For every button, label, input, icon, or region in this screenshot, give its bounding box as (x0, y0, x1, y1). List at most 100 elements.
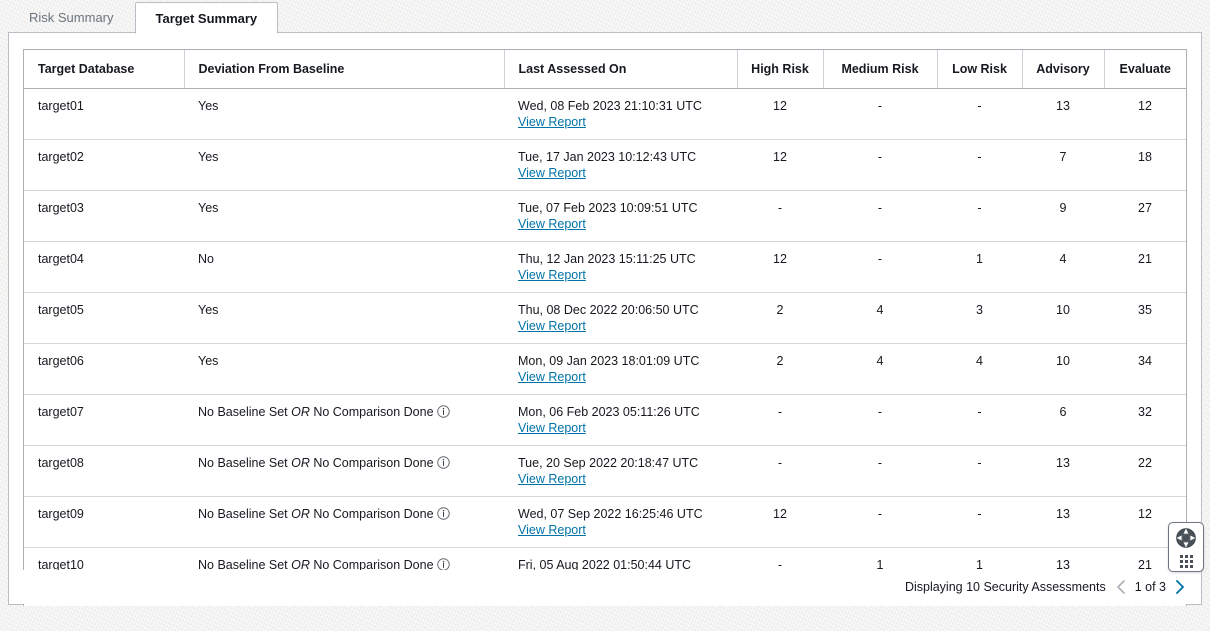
cell-evaluate: 27 (1104, 190, 1186, 242)
cell-advisory: 4 (1022, 241, 1104, 293)
last-assessed-date: Mon, 09 Jan 2023 18:01:09 UTC (518, 353, 700, 368)
cell-evaluate: 21 (1104, 241, 1186, 293)
app-grid-icon[interactable] (1179, 554, 1193, 568)
page-indicator: 1 of 3 (1134, 580, 1166, 594)
cell-medium-risk: - (823, 139, 937, 191)
deviation-value: No Baseline Set OR No Comparison Done (198, 506, 434, 521)
last-assessed-date: Wed, 07 Sep 2022 16:25:46 UTC (518, 506, 703, 521)
cell-target-database: target05 (24, 292, 184, 344)
table-row: target09 No Baseline Set OR No Comparison… (24, 496, 1186, 548)
table-row: target07 No Baseline Set OR No Comparison… (24, 394, 1186, 446)
table-body: target01 Yes Wed, 08 Feb 2023 21:10:31 UTC… (24, 88, 1186, 599)
table-header-row: Target Database Deviation From Baseline … (24, 50, 1186, 89)
cell-deviation-from-baseline: Yes (184, 190, 504, 242)
cell-last-assessed-on: Mon, 09 Jan 2023 18:01:09 UTC View Report (504, 343, 737, 395)
last-assessed-date: Tue, 17 Jan 2023 10:12:43 UTC (518, 149, 697, 164)
cell-target-database: target07 (24, 394, 184, 446)
cell-target-database: target04 (24, 241, 184, 293)
last-assessed-date: Tue, 20 Sep 2022 20:18:47 UTC (518, 455, 699, 470)
info-circle-icon[interactable] (436, 506, 450, 523)
cell-high-risk: 2 (737, 343, 823, 395)
assessment-count-label: Displaying 10 Security Assessments (904, 580, 1106, 594)
cell-high-risk: - (737, 190, 823, 242)
cell-last-assessed-on: Thu, 08 Dec 2022 20:06:50 UTC View Report (504, 292, 737, 344)
cell-high-risk: - (737, 394, 823, 446)
cell-low-risk: - (937, 394, 1022, 446)
view-report-link[interactable]: View Report (518, 319, 586, 333)
cell-medium-risk: - (823, 190, 937, 242)
last-assessed-date: Wed, 08 Feb 2023 21:10:31 UTC (518, 98, 702, 113)
cell-low-risk: 3 (937, 292, 1022, 344)
table-row: target06 Yes Mon, 09 Jan 2023 18:01:09 UTC… (24, 343, 1186, 395)
help-widget[interactable] (1168, 522, 1204, 572)
chevron-left-icon[interactable] (1112, 576, 1130, 598)
info-circle-icon[interactable] (436, 404, 450, 421)
cell-high-risk: - (737, 445, 823, 497)
table-row: target08 No Baseline Set OR No Comparison… (24, 445, 1186, 497)
deviation-value: Yes (198, 353, 219, 368)
cell-target-database: target09 (24, 496, 184, 548)
cell-evaluate: 22 (1104, 445, 1186, 497)
cell-low-risk: - (937, 496, 1022, 548)
view-report-link[interactable]: View Report (518, 370, 586, 384)
view-report-link[interactable]: View Report (518, 523, 586, 537)
cell-last-assessed-on: Wed, 07 Sep 2022 16:25:46 UTC View Report (504, 496, 737, 548)
deviation-value: Yes (198, 200, 219, 215)
view-report-link[interactable]: View Report (518, 166, 586, 180)
cell-medium-risk: - (823, 394, 937, 446)
view-report-link[interactable]: View Report (518, 268, 586, 282)
table-row: target04 No Thu, 12 Jan 2023 15:11:25 UTC V… (24, 241, 1186, 293)
view-report-link[interactable]: View Report (518, 115, 586, 129)
cell-last-assessed-on: Thu, 12 Jan 2023 15:11:25 UTC View Report (504, 241, 737, 293)
column-header-medium-risk: Medium Risk (823, 50, 938, 89)
view-report-link[interactable]: View Report (518, 421, 586, 435)
cell-deviation-from-baseline: No (184, 241, 504, 293)
deviation-value: No (198, 251, 214, 266)
column-header-low-risk: Low Risk (937, 50, 1023, 89)
cell-low-risk: - (937, 445, 1022, 497)
cell-advisory: 13 (1022, 496, 1104, 548)
column-header-high-risk: High Risk (737, 50, 824, 89)
column-header-target-database: Target Database (24, 50, 185, 89)
cell-medium-risk: - (823, 496, 937, 548)
tab-risk-summary[interactable]: Risk Summary (8, 1, 135, 33)
tab-target-summary[interactable]: Target Summary (134, 2, 279, 34)
tab-target-summary-label: Target Summary (155, 11, 258, 26)
cell-advisory: 6 (1022, 394, 1104, 446)
table-header: Target Database Deviation From Baseline … (24, 50, 1186, 89)
view-report-link[interactable]: View Report (518, 472, 586, 486)
cell-medium-risk: 4 (823, 343, 937, 395)
cell-advisory: 10 (1022, 343, 1104, 395)
cell-high-risk: 12 (737, 139, 823, 191)
cell-last-assessed-on: Tue, 17 Jan 2023 10:12:43 UTC View Report (504, 139, 737, 191)
cell-medium-risk: 4 (823, 292, 937, 344)
column-header-last-assessed-on: Last Assessed On (504, 50, 738, 89)
deviation-value: Yes (198, 98, 219, 113)
info-circle-icon[interactable] (436, 455, 450, 472)
cell-evaluate: 18 (1104, 139, 1186, 191)
cell-low-risk: - (937, 139, 1022, 191)
last-assessed-date: Mon, 06 Feb 2023 05:11:26 UTC (518, 404, 700, 419)
cell-last-assessed-on: Tue, 20 Sep 2022 20:18:47 UTC View Report (504, 445, 737, 497)
cell-medium-risk: - (823, 445, 937, 497)
view-report-link[interactable]: View Report (518, 217, 586, 231)
cell-advisory: 9 (1022, 190, 1104, 242)
cell-deviation-from-baseline: No Baseline Set OR No Comparison Done (184, 445, 504, 497)
chevron-right-icon[interactable] (1171, 576, 1189, 598)
deviation-value: No Baseline Set OR No Comparison Done (198, 455, 434, 470)
cell-advisory: 7 (1022, 139, 1104, 191)
tab-risk-summary-label: Risk Summary (29, 10, 114, 25)
cell-high-risk: 12 (737, 496, 823, 548)
life-ring-icon[interactable] (1175, 527, 1197, 552)
deviation-value: No Baseline Set OR No Comparison Done (198, 404, 434, 419)
cell-deviation-from-baseline: Yes (184, 292, 504, 344)
cell-low-risk: 4 (937, 343, 1022, 395)
cell-deviation-from-baseline: No Baseline Set OR No Comparison Done (184, 394, 504, 446)
cell-deviation-from-baseline: No Baseline Set OR No Comparison Done (184, 496, 504, 548)
cell-deviation-from-baseline: Yes (184, 88, 504, 140)
security-assessments-table-frame: Target Database Deviation From Baseline … (23, 49, 1187, 606)
cell-low-risk: 1 (937, 241, 1022, 293)
cell-medium-risk: - (823, 88, 937, 140)
cell-last-assessed-on: Wed, 08 Feb 2023 21:10:31 UTC View Report (504, 88, 737, 140)
column-header-evaluate: Evaluate (1104, 50, 1186, 89)
